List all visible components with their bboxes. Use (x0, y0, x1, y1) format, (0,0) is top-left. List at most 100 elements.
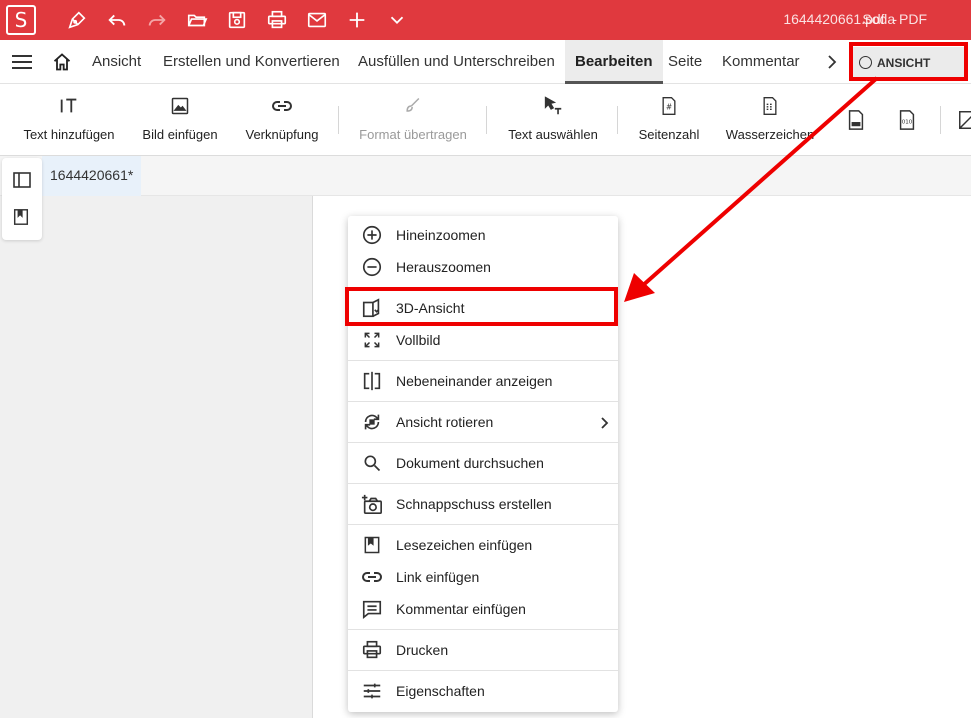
comment-icon (360, 597, 384, 621)
format-painter-button[interactable]: Format übertragen (358, 84, 468, 156)
menu-item-fullscreen[interactable]: Vollbild (348, 325, 618, 355)
menu-item-label: Lesezeichen einfügen (396, 537, 533, 553)
format-painter-label: Format übertragen (359, 127, 467, 142)
open-folder-icon[interactable] (185, 8, 209, 32)
edit-image-icon[interactable] (957, 108, 971, 132)
select-text-button[interactable]: Text auswählen (506, 84, 600, 156)
select-text-label: Text auswählen (508, 127, 598, 142)
menu-item-insert-comment[interactable]: Kommentar einfügen (348, 594, 618, 624)
print-icon[interactable] (265, 8, 289, 32)
page-number-label: Seitenzahl (638, 127, 700, 142)
format-brush-icon (401, 94, 425, 118)
tab-kommentar[interactable]: Kommentar (722, 40, 800, 84)
watermark-icon (758, 94, 782, 118)
app-logo[interactable]: S (6, 5, 36, 35)
menu-item-insert-bookmark[interactable]: Lesezeichen einfügen (348, 530, 618, 560)
ribbon-tab-bar: Ansicht Erstellen und Konvertieren Ausfü… (0, 40, 971, 84)
menu-item-label: Kommentar einfügen (396, 601, 526, 617)
menu-item-label: Link einfügen (396, 569, 480, 585)
svg-text:010: 010 (902, 120, 913, 126)
pen-icon[interactable] (65, 8, 89, 32)
menu-divider (348, 360, 618, 361)
menu-divider (348, 670, 618, 671)
menu-item-properties[interactable]: Eigenschaften (348, 676, 618, 706)
bookmark-panel-icon[interactable] (12, 208, 32, 228)
bookmark-icon (360, 533, 384, 557)
link-icon (270, 94, 294, 118)
menu-item-rotate-view[interactable]: Ansicht rotieren (348, 407, 618, 437)
window-app-name: Soda PDF (862, 11, 927, 27)
text-add-icon (57, 94, 81, 118)
zoom-out-icon (360, 255, 384, 279)
undo-icon[interactable] (105, 8, 129, 32)
page-number-button[interactable]: # Seitenzahl (636, 84, 702, 156)
highlight-box-view-button (849, 42, 968, 81)
menu-item-search-document[interactable]: Dokument durchsuchen (348, 448, 618, 478)
rotate-icon (360, 410, 384, 434)
menu-item-label: Drucken (396, 642, 449, 658)
document-tab-strip: 1644420661* (0, 156, 971, 196)
menu-item-insert-link[interactable]: Link einfügen (348, 562, 618, 592)
menu-item-label: Hineinzoomen (396, 227, 486, 243)
toolbar-divider (617, 106, 618, 134)
menu-item-label: Ansicht rotieren (396, 414, 494, 430)
menu-divider (348, 524, 618, 525)
insert-image-button[interactable]: Bild einfügen (142, 84, 218, 156)
menu-item-label: Dokument durchsuchen (396, 455, 544, 471)
hamburger-menu-icon[interactable] (12, 53, 32, 71)
menu-item-print[interactable]: Drucken (348, 635, 618, 665)
menu-item-side-by-side[interactable]: Nebeneinander anzeigen (348, 366, 618, 396)
image-icon (168, 94, 192, 118)
toolbar-divider (940, 106, 941, 134)
toolbar-divider (486, 106, 487, 134)
toolbar-divider (338, 106, 339, 134)
page-number-icon: # (657, 94, 681, 118)
home-icon[interactable] (52, 52, 72, 72)
plus-icon[interactable] (345, 8, 369, 32)
chevron-right-icon[interactable] (824, 54, 840, 70)
document-tab[interactable]: 1644420661* (42, 156, 142, 196)
watermark-label: Wasserzeichen (725, 127, 815, 142)
menu-divider (348, 629, 618, 630)
tab-ausfuellen-und-unterschreiben[interactable]: Ausfüllen und Unterschreiben (358, 40, 555, 84)
menu-item-label: Herauszoomen (396, 259, 491, 275)
menu-item-label: Nebeneinander anzeigen (396, 373, 553, 389)
tab-bearbeiten[interactable]: Bearbeiten (565, 40, 663, 84)
menu-item-label: Vollbild (396, 332, 441, 348)
menu-item-zoom-out[interactable]: Herauszoomen (348, 252, 618, 282)
insert-image-label: Bild einfügen (142, 127, 218, 142)
highlight-box-3d-view (345, 287, 618, 326)
watermark-button[interactable]: Wasserzeichen (724, 84, 816, 156)
link-icon (360, 565, 384, 589)
tab-seite[interactable]: Seite (668, 40, 702, 84)
text-select-icon (541, 94, 565, 118)
add-text-label: Text hinzufügen (23, 127, 115, 142)
zoom-in-icon (360, 223, 384, 247)
fullscreen-icon (360, 328, 384, 352)
link-label: Verknüpfung (245, 127, 319, 142)
header-footer-icon[interactable] (845, 108, 867, 132)
menu-item-label: Schnappschuss erstellen (396, 496, 552, 512)
menu-divider (348, 442, 618, 443)
edit-toolbar: Text hinzufügen Bild einfügen Verknüpfun… (0, 84, 971, 156)
save-icon[interactable] (225, 8, 249, 32)
bates-numbering-icon[interactable]: 010 (896, 108, 918, 132)
menu-item-zoom-in[interactable]: Hineinzoomen (348, 220, 618, 250)
redo-icon[interactable] (145, 8, 169, 32)
mail-icon[interactable] (305, 8, 329, 32)
link-button[interactable]: Verknüpfung (244, 84, 320, 156)
title-bar: S 1644420661.pdf - Soda PDF (0, 0, 971, 40)
add-text-button[interactable]: Text hinzufügen (23, 84, 115, 156)
chevron-down-icon[interactable] (385, 8, 409, 32)
menu-divider (348, 401, 618, 402)
tab-erstellen-und-konvertieren[interactable]: Erstellen und Konvertieren (163, 40, 340, 84)
menu-item-snapshot[interactable]: Schnappschuss erstellen (348, 489, 618, 519)
panel-toggle-icon[interactable] (12, 170, 32, 190)
menu-item-label: Eigenschaften (396, 683, 485, 699)
search-icon (360, 451, 384, 475)
snapshot-icon (360, 492, 384, 516)
properties-icon (360, 679, 384, 703)
tab-ansicht[interactable]: Ansicht (92, 40, 141, 84)
print-icon (360, 638, 384, 662)
side-panel (2, 158, 42, 240)
